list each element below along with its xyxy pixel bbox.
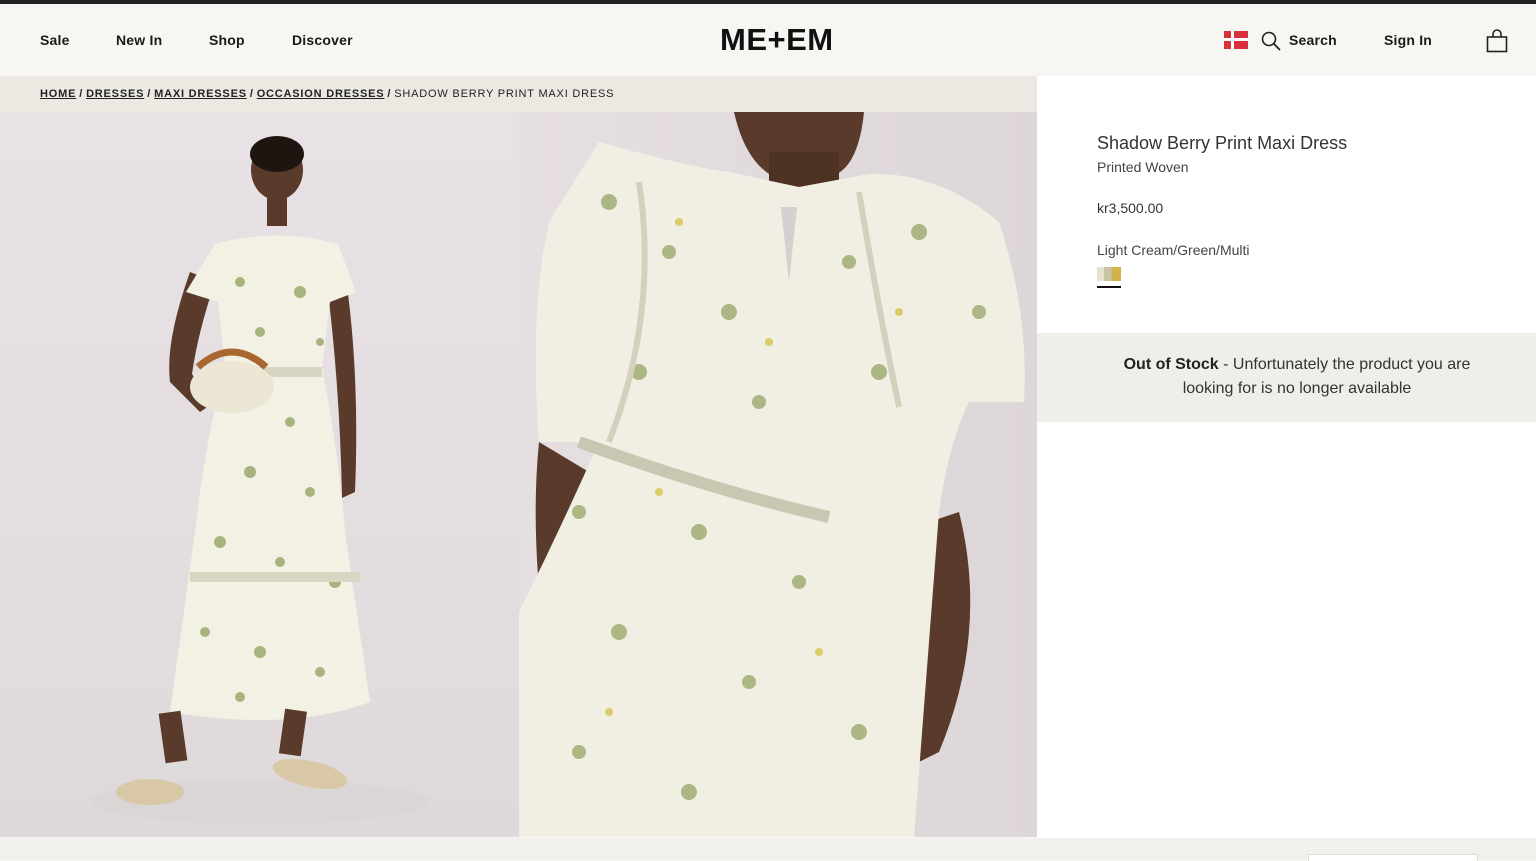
breadcrumb-separator: / [249,88,254,100]
product-image-full-length[interactable] [0,112,519,837]
site-header: Sale New In Shop Discover ME+EM Search S… [0,4,1536,76]
nav-new-in[interactable]: New In [116,32,162,48]
out-of-stock-banner: Out of Stock - Unfortunately the product… [1037,333,1536,422]
color-swatch-light-cream[interactable] [1097,267,1121,281]
breadcrumb-separator: / [387,88,392,100]
nav-shop[interactable]: Shop [209,32,245,48]
model-closeup-illustration [519,112,1025,837]
breadcrumb-separator: / [147,88,152,100]
search-icon[interactable] [1261,31,1281,51]
model-full-length-illustration [90,136,430,824]
breadcrumb-home[interactable]: HOME [40,88,76,100]
breadcrumb-dresses[interactable]: DRESSES [86,88,144,100]
out-of-stock-label: Out of Stock [1123,356,1219,373]
selected-swatch-indicator [1097,286,1121,288]
brand-logo[interactable]: ME+EM [720,22,834,58]
breadcrumb-occasion-dresses[interactable]: OCCASION DRESSES [257,88,385,100]
product-image-closeup[interactable] [519,112,1037,837]
nav-sale[interactable]: Sale [40,32,70,48]
nav-discover[interactable]: Discover [292,32,353,48]
shopping-bag-icon[interactable] [1486,29,1508,53]
out-of-stock-message: - Unfortunately the product you are look… [1182,356,1471,397]
product-title: Shadow Berry Print Maxi Dress [1097,133,1348,153]
footer-strip [0,838,1536,860]
search-button[interactable]: Search [1289,32,1337,48]
breadcrumb-separator: / [79,88,84,100]
denmark-flag-icon[interactable] [1224,31,1248,49]
product-price: kr3,500.00 [1097,200,1164,216]
product-info-panel: Shadow Berry Print Maxi Dress Printed Wo… [1037,76,1536,838]
product-subtitle: Printed Woven [1097,159,1189,175]
breadcrumb-maxi-dresses[interactable]: MAXI DRESSES [154,88,247,100]
product-color-name: Light Cream/Green/Multi [1097,242,1250,258]
sign-in-link[interactable]: Sign In [1384,32,1432,48]
breadcrumb-current: SHADOW BERRY PRINT MAXI DRESS [394,88,615,100]
breadcrumb: HOME / DRESSES / MAXI DRESSES / OCCASION DRESS… [0,76,1037,112]
